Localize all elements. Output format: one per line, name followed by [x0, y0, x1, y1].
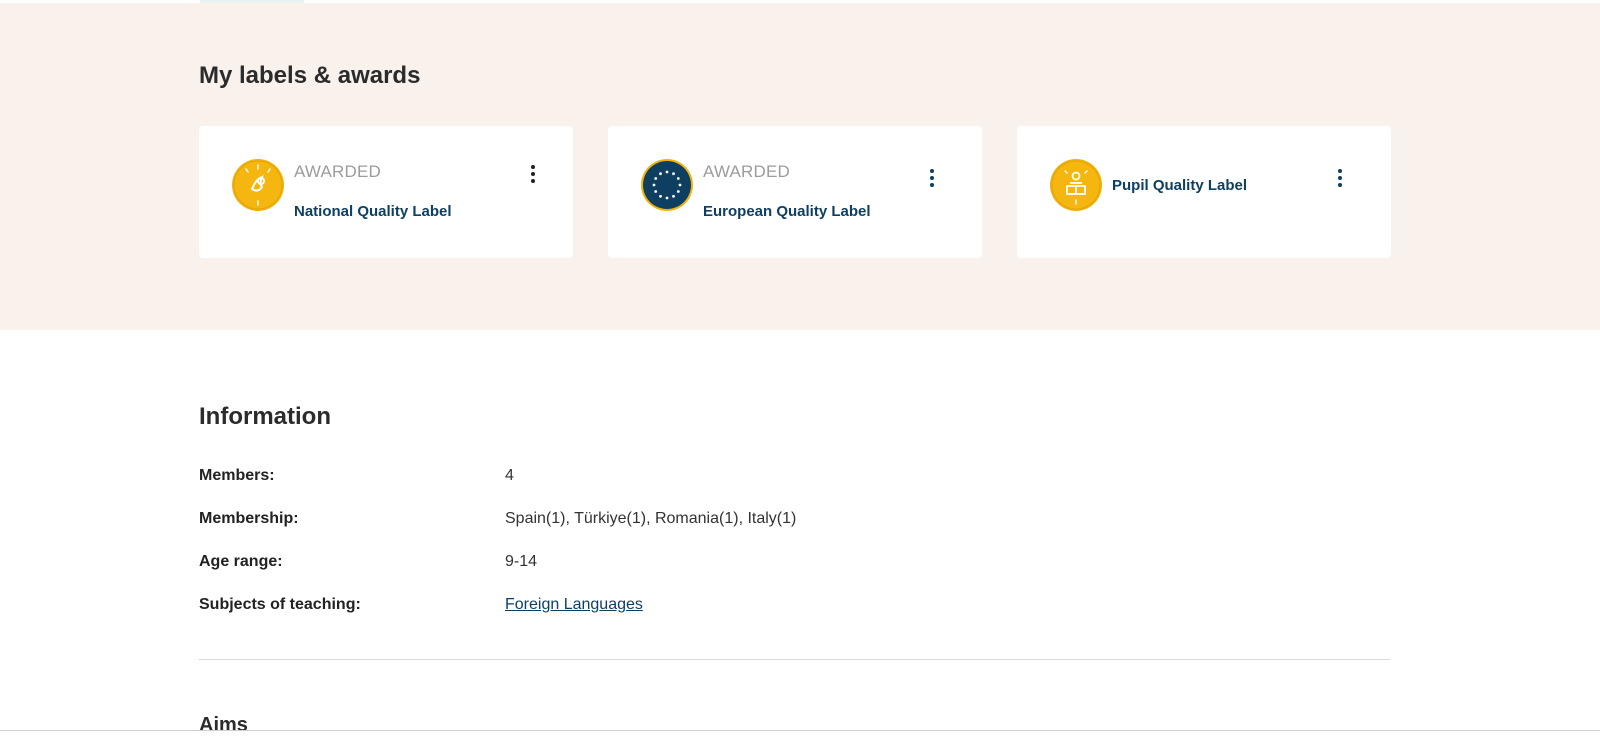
award-name[interactable]: Pupil Quality Label	[1112, 177, 1247, 194]
information-heading: Information	[199, 403, 331, 430]
award-status: AWARDED	[703, 162, 791, 181]
info-row-membership: Membership: Spain(1), Türkiye(1), Romani…	[199, 510, 1389, 532]
award-name[interactable]: European Quality Label	[703, 203, 871, 220]
award-status: AWARDED	[294, 162, 382, 181]
section-divider	[199, 659, 1390, 660]
award-card-european: AWARDED European Quality Label	[608, 126, 982, 258]
more-options-icon[interactable]	[922, 166, 942, 190]
info-key: Subjects of teaching:	[199, 596, 361, 613]
labels-awards-heading: My labels & awards	[199, 62, 421, 89]
european-quality-label-badge-icon	[641, 159, 693, 211]
award-card-pupil: Pupil Quality Label	[1017, 126, 1391, 258]
national-quality-label-badge-icon	[232, 159, 284, 211]
award-card-national: AWARDED National Quality Label	[199, 126, 573, 258]
info-row-age-range: Age range: 9-14	[199, 553, 1389, 575]
info-key: Membership:	[199, 510, 299, 527]
info-row-subjects: Subjects of teaching: Foreign Languages	[199, 596, 1389, 618]
subject-link[interactable]: Foreign Languages	[505, 596, 643, 614]
pupil-quality-label-badge-icon	[1050, 159, 1102, 211]
more-options-icon[interactable]	[523, 162, 543, 186]
info-row-members: Members: 4	[199, 467, 1389, 489]
info-value: 4	[505, 467, 514, 484]
more-options-icon[interactable]	[1330, 166, 1350, 190]
info-key: Age range:	[199, 553, 283, 570]
viewport-edge-cover	[0, 731, 1600, 739]
info-value: 9-14	[505, 553, 538, 570]
info-key: Members:	[199, 467, 275, 484]
award-name[interactable]: National Quality Label	[294, 203, 452, 220]
info-value: Spain(1), Türkiye(1), Romania(1), Italy(…	[505, 510, 797, 527]
